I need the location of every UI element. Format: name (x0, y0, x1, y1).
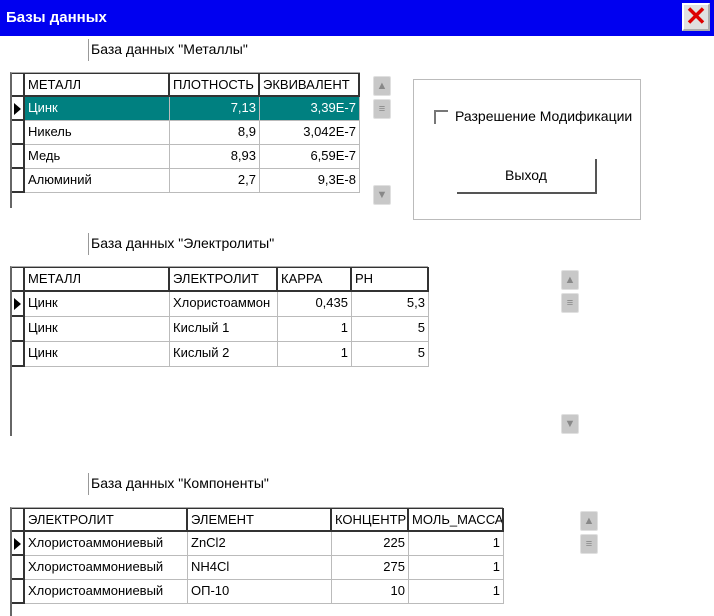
list-icon[interactable]: ≡ (561, 293, 579, 313)
table-cell[interactable]: 275 (332, 556, 409, 580)
table-cell[interactable]: Никель (25, 121, 170, 145)
row-indicator[interactable] (12, 169, 25, 193)
table-row[interactable]: Хлористоаммониевый NH4Cl 275 1 (12, 556, 504, 580)
current-row-arrow-icon (14, 103, 21, 115)
current-row-arrow-icon (14, 538, 21, 550)
table-cell[interactable]: 1 (409, 580, 504, 604)
row-indicator[interactable] (12, 292, 25, 317)
table-row[interactable]: Цинк Хлористоаммон 0,435 5,3 (12, 292, 429, 317)
current-row-arrow-icon (14, 298, 21, 310)
table-row[interactable]: Никель 8,9 3,042E-7 (12, 121, 360, 145)
metals-label: База данных "Металлы" (88, 39, 248, 61)
table-cell[interactable]: Кислый 2 (170, 342, 278, 367)
column-header[interactable]: МЕТАЛЛ (25, 73, 170, 97)
scroll-down-button[interactable]: ▼ (561, 414, 579, 434)
scroll-down-button[interactable]: ▼ (373, 185, 391, 205)
row-indicator[interactable] (12, 73, 25, 97)
metals-grid[interactable]: МЕТАЛЛ ПЛОТНОСТЬ ЭКВИВАЛЕНТ Цинк 7,13 3,39E-7… (10, 72, 360, 208)
column-header[interactable]: ЭЛЕКТРОЛИТ (170, 267, 278, 292)
table-cell[interactable]: ОП-10 (188, 580, 332, 604)
list-icon[interactable]: ≡ (580, 534, 598, 554)
table-cell[interactable]: 3,042E-7 (260, 121, 360, 145)
table-cell[interactable]: 5 (352, 342, 429, 367)
table-cell[interactable]: Цинк (25, 342, 170, 367)
column-header[interactable]: КОНЦЕНТР (332, 508, 409, 532)
table-cell[interactable]: Цинк (25, 97, 170, 121)
close-button[interactable]: ✕ (682, 3, 710, 31)
column-header[interactable]: ПЛОТНОСТЬ (170, 73, 260, 97)
table-row[interactable]: Хлористоаммониевый ОП-10 10 1 (12, 580, 504, 604)
table-cell[interactable]: 1 (278, 317, 352, 342)
row-indicator[interactable] (12, 508, 25, 532)
scroll-up-button[interactable]: ▲ (580, 511, 598, 531)
column-header[interactable]: МЕТАЛЛ (25, 267, 170, 292)
row-indicator[interactable] (12, 532, 25, 556)
row-indicator[interactable] (12, 580, 25, 604)
table-row[interactable]: Цинк 7,13 3,39E-7 (12, 97, 360, 121)
row-indicator[interactable] (12, 556, 25, 580)
column-header[interactable]: PH (352, 267, 429, 292)
row-indicator[interactable] (12, 267, 25, 292)
table-cell[interactable]: Алюминий (25, 169, 170, 193)
table-cell[interactable]: ZnCl2 (188, 532, 332, 556)
table-cell[interactable]: Хлористоаммониевый (25, 580, 188, 604)
row-indicator[interactable] (12, 145, 25, 169)
table-cell[interactable]: 9,3E-8 (260, 169, 360, 193)
table-cell[interactable]: 1 (409, 556, 504, 580)
grid-header: МЕТАЛЛ ПЛОТНОСТЬ ЭКВИВАЛЕНТ (12, 73, 360, 97)
components-label: База данных "Компоненты" (88, 473, 269, 495)
table-cell[interactable]: 1 (278, 342, 352, 367)
table-cell[interactable]: Хлористоаммониевый (25, 532, 188, 556)
table-cell[interactable]: 3,39E-7 (260, 97, 360, 121)
row-indicator[interactable] (12, 317, 25, 342)
table-row[interactable]: Алюминий 2,7 9,3E-8 (12, 169, 360, 193)
table-cell[interactable]: 7,13 (170, 97, 260, 121)
table-cell[interactable]: 10 (332, 580, 409, 604)
table-cell[interactable]: 2,7 (170, 169, 260, 193)
column-header[interactable]: ЭЛЕКТРОЛИТ (25, 508, 188, 532)
table-row[interactable]: Хлористоаммониевый ZnCl2 225 1 (12, 532, 504, 556)
table-row[interactable]: Медь 8,93 6,59E-7 (12, 145, 360, 169)
table-cell[interactable]: 0,435 (278, 292, 352, 317)
list-icon[interactable]: ≡ (373, 99, 391, 119)
column-header[interactable]: ЭКВИВАЛЕНТ (260, 73, 360, 97)
row-indicator[interactable] (12, 121, 25, 145)
table-row[interactable]: Цинк Кислый 215 (12, 342, 429, 367)
table-cell[interactable]: 5,3 (352, 292, 429, 317)
table-row[interactable]: Цинк Кислый 115 (12, 317, 429, 342)
table-cell[interactable]: 8,93 (170, 145, 260, 169)
scroll-up-button[interactable]: ▲ (561, 270, 579, 290)
table-cell[interactable]: 1 (409, 532, 504, 556)
options-group: Разрешение Модификации Выход (413, 79, 641, 220)
table-cell[interactable]: Хлористоаммон (170, 292, 278, 317)
row-indicator[interactable] (12, 97, 25, 121)
table-cell[interactable]: Кислый 1 (170, 317, 278, 342)
column-header[interactable]: ЭЛЕМЕНТ (188, 508, 332, 532)
allow-modify-checkbox[interactable] (434, 110, 448, 124)
column-header[interactable]: МОЛЬ_МАССА (409, 508, 504, 532)
table-cell[interactable]: 5 (352, 317, 429, 342)
row-indicator[interactable] (12, 342, 25, 367)
table-cell[interactable]: Медь (25, 145, 170, 169)
table-cell[interactable]: Хлористоаммониевый (25, 556, 188, 580)
table-cell[interactable]: 8,9 (170, 121, 260, 145)
table-cell[interactable]: NH4Cl (188, 556, 332, 580)
electrolytes-label: База данных "Электролиты" (88, 233, 274, 255)
grid-header: МЕТАЛЛ ЭЛЕКТРОЛИТ КАРРА PH (12, 267, 429, 292)
exit-button[interactable]: Выход (457, 159, 597, 194)
grid-header: ЭЛЕКТРОЛИТ ЭЛЕМЕНТ КОНЦЕНТР МОЛЬ_МАССА (12, 508, 504, 532)
components-grid[interactable]: ЭЛЕКТРОЛИТ ЭЛЕМЕНТ КОНЦЕНТР МОЛЬ_МАССА Хлори… (10, 507, 504, 616)
table-cell[interactable]: 225 (332, 532, 409, 556)
title-bar: Базы данных ✕ (0, 0, 714, 36)
allow-modify-label[interactable]: Разрешение Модификации (455, 108, 632, 124)
electrolytes-grid[interactable]: МЕТАЛЛ ЭЛЕКТРОЛИТ КАРРА PH Цинк Хлористоаммон… (10, 266, 429, 436)
column-header[interactable]: КАРРА (278, 267, 352, 292)
table-cell[interactable]: 6,59E-7 (260, 145, 360, 169)
table-cell[interactable]: Цинк (25, 317, 170, 342)
table-cell[interactable]: Цинк (25, 292, 170, 317)
scroll-up-button[interactable]: ▲ (373, 76, 391, 96)
window-title: Базы данных (6, 9, 107, 26)
